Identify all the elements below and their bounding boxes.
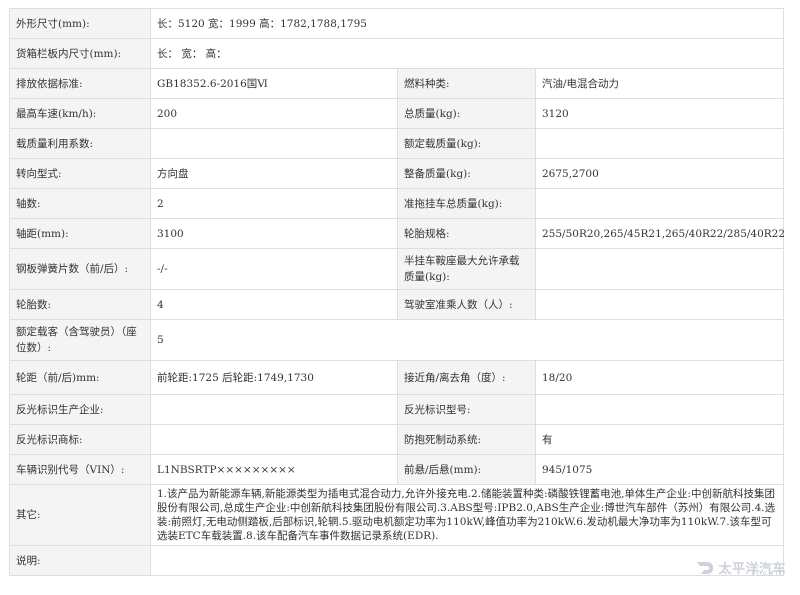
- row-value-2: [534, 128, 785, 159]
- row-label-2: 防抱死制动系统:: [397, 424, 536, 455]
- row-label: 轮胎数:: [9, 289, 151, 320]
- row-value-2: 3120: [534, 98, 785, 129]
- row-label: 最高车速(km/h):: [9, 98, 151, 129]
- row-value: [149, 545, 785, 576]
- table-row: 轴数: 2 准拖挂车总质量(kg):: [9, 188, 785, 219]
- table-row: 额定载客（含驾驶员）（座位数）: 5: [9, 319, 785, 361]
- row-label-2: 驾驶室准乘人数（人）:: [397, 289, 536, 320]
- table-row: 转向型式: 方向盘 整备质量(kg): 2675,2700: [9, 158, 785, 189]
- row-label-2: 前悬/后悬(mm):: [397, 454, 536, 485]
- row-value-2: 18/20: [534, 360, 785, 395]
- row-value: 4: [150, 289, 398, 320]
- table-row: 轮胎数: 4 驾驶室准乘人数（人）:: [9, 289, 785, 320]
- row-value: 长：5120 宽：1999 高：1782,1788,1795: [149, 8, 785, 39]
- row-value: 2: [150, 188, 398, 219]
- row-label: 反光标识生产企业:: [9, 394, 151, 425]
- row-value: L1NBSRTP×××××××××: [150, 454, 398, 485]
- row-label-2: 整备质量(kg):: [397, 158, 536, 189]
- table-row: 排放依据标准: GB18352.6-2016国Ⅵ 燃料种类: 汽油/电混合动力: [9, 68, 785, 99]
- row-value: [150, 128, 398, 159]
- row-value: [150, 394, 398, 425]
- pcauto-watermark: 太平洋汽车 PCAUTO: [695, 558, 786, 578]
- row-value-2: [534, 248, 785, 290]
- row-value-2: 有: [534, 424, 785, 455]
- row-value: 200: [150, 98, 398, 129]
- row-label: 排放依据标准:: [9, 68, 151, 99]
- row-label: 轮距（前/后)mm:: [9, 360, 151, 395]
- row-value-2: 2675,2700: [534, 158, 785, 189]
- row-label: 其它:: [9, 484, 151, 546]
- row-value: -/-: [150, 248, 398, 290]
- row-label: 钢板弹簧片数（前/后）:: [9, 248, 151, 290]
- spec-table: 外形尺寸(mm): 长：5120 宽：1999 高：1782,1788,1795…: [9, 8, 785, 576]
- row-label-2: 半挂车鞍座最大允许承载质量(kg):: [397, 248, 536, 290]
- table-row: 轮距（前/后)mm: 前轮距:1725 后轮距:1749,1730 接近角/离去…: [9, 360, 785, 395]
- table-row: 反光标识商标: 防抱死制动系统: 有: [9, 424, 785, 455]
- row-label-2: 反光标识型号:: [397, 394, 536, 425]
- table-row: 其它: 1.该产品为新能源车辆,新能源类型为插电式混合动力,允许外接充电.2.储…: [9, 484, 785, 546]
- table-row: 最高车速(km/h): 200 总质量(kg): 3120: [9, 98, 785, 129]
- pcauto-logo-icon: [697, 561, 714, 574]
- row-value: 长： 宽： 高：: [149, 38, 785, 69]
- table-row: 货箱栏板内尺寸(mm): 长： 宽： 高：: [9, 38, 785, 69]
- row-label: 反光标识商标:: [9, 424, 151, 455]
- row-value: 1.该产品为新能源车辆,新能源类型为插电式混合动力,允许外接充电.2.储能装置种…: [149, 484, 785, 546]
- row-label-2: 燃料种类:: [397, 68, 536, 99]
- table-row: 说明:: [9, 545, 785, 576]
- table-row: 轴距(mm): 3100 轮胎规格: 255/50R20,265/45R21,2…: [9, 218, 785, 249]
- row-value-2: 汽油/电混合动力: [534, 68, 785, 99]
- table-row: 载质量利用系数: 额定载质量(kg):: [9, 128, 785, 159]
- row-label: 轴数:: [9, 188, 151, 219]
- row-value-2: 255/50R20,265/45R21,265/40R22/285/40R22: [534, 218, 785, 249]
- watermark-subtext: PCAUTO: [751, 570, 786, 578]
- row-label-2: 总质量(kg):: [397, 98, 536, 129]
- row-value-2: [534, 394, 785, 425]
- row-value: 5: [149, 319, 785, 361]
- row-value: 方向盘: [150, 158, 398, 189]
- row-label: 载质量利用系数:: [9, 128, 151, 159]
- row-label-2: 准拖挂车总质量(kg):: [397, 188, 536, 219]
- row-label-2: 额定载质量(kg):: [397, 128, 536, 159]
- row-label-2: 接近角/离去角（度）:: [397, 360, 536, 395]
- row-label: 货箱栏板内尺寸(mm):: [9, 38, 151, 69]
- table-row: 反光标识生产企业: 反光标识型号:: [9, 394, 785, 425]
- table-row: 外形尺寸(mm): 长：5120 宽：1999 高：1782,1788,1795: [9, 8, 785, 39]
- row-value: 前轮距:1725 后轮距:1749,1730: [150, 360, 398, 395]
- row-label: 轴距(mm):: [9, 218, 151, 249]
- table-row: 钢板弹簧片数（前/后）: -/- 半挂车鞍座最大允许承载质量(kg):: [9, 248, 785, 290]
- row-value-2: [534, 289, 785, 320]
- row-label-2: 轮胎规格:: [397, 218, 536, 249]
- row-value: [150, 424, 398, 455]
- row-label: 转向型式:: [9, 158, 151, 189]
- row-value: 3100: [150, 218, 398, 249]
- row-label: 车辆识别代号（VIN）:: [9, 454, 151, 485]
- row-value: GB18352.6-2016国Ⅵ: [150, 68, 398, 99]
- row-value-2: [534, 188, 785, 219]
- row-label: 说明:: [9, 545, 151, 576]
- row-label: 外形尺寸(mm):: [9, 8, 151, 39]
- row-value-2: 945/1075: [534, 454, 785, 485]
- row-label: 额定载客（含驾驶员）（座位数）:: [9, 319, 151, 361]
- table-row: 车辆识别代号（VIN）: L1NBSRTP××××××××× 前悬/后悬(mm)…: [9, 454, 785, 485]
